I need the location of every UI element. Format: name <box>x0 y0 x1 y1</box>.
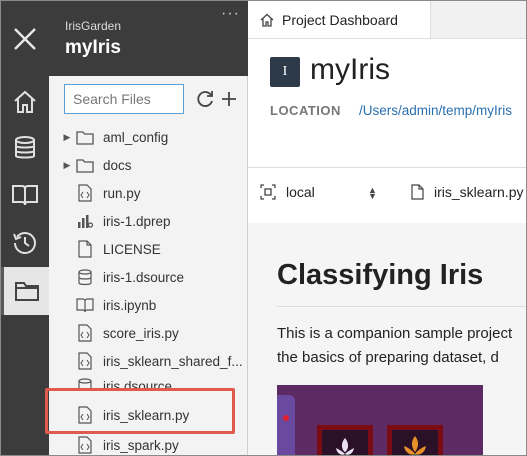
database-icon <box>75 267 95 287</box>
home-icon <box>260 13 274 27</box>
file-icon <box>411 184 424 200</box>
file-label: iris.dsource <box>103 379 173 390</box>
tab-project-dashboard[interactable]: Project Dashboard <box>248 1 431 38</box>
folder-icon <box>75 127 95 147</box>
run-target-value: local <box>286 184 315 200</box>
file-item-run-py[interactable]: run.py <box>49 180 248 206</box>
run-script-select[interactable]: iris_sklearn.py <box>411 184 523 200</box>
refresh-button[interactable] <box>194 86 216 112</box>
file-label: iris_sklearn.py <box>103 407 190 423</box>
divider <box>277 306 526 307</box>
iris-flower-tile <box>317 425 373 455</box>
rail-data[interactable] <box>1 124 49 172</box>
file-label: iris_sklearn_shared_f... <box>103 353 243 369</box>
chevron-updown-icon: ▲ ▼ <box>368 185 377 201</box>
rail-notebooks[interactable] <box>1 171 49 219</box>
file-item-iris-ipynb[interactable]: iris.ipynb <box>49 292 248 318</box>
file-label: run.py <box>103 185 141 201</box>
readme-paragraph: This is a companion sample project the b… <box>277 322 526 370</box>
chevron-right-icon[interactable]: ▶ <box>61 132 73 143</box>
run-toolbar: local ▲ ▼ iris_sklearn.py <box>248 168 526 220</box>
file-label: LICENSE <box>103 241 161 257</box>
file-item-iris-sklearn-shared[interactable]: iris_sklearn_shared_f... <box>49 348 248 374</box>
location-label: LOCATION <box>270 103 341 118</box>
file-label: iris_spark.py <box>103 437 179 453</box>
file-item-score-iris-py[interactable]: score_iris.py <box>49 320 248 346</box>
project-header: IrisGarden myIris ··· <box>49 1 248 76</box>
readme-preview: Classifying Iris This is a companion sam… <box>248 223 526 455</box>
search-files-input[interactable] <box>64 84 184 114</box>
readme-heading: Classifying Iris <box>277 259 484 291</box>
file-item-iris-1-dsource[interactable]: iris-1.dsource <box>49 264 248 290</box>
page-title: myIris <box>310 53 390 86</box>
database-icon <box>75 376 95 390</box>
run-target-select[interactable]: local ▲ ▼ <box>260 184 380 201</box>
refresh-icon <box>197 91 213 107</box>
project-badge: I <box>270 57 300 87</box>
run-script-value: iris_sklearn.py <box>434 184 524 200</box>
home-icon <box>14 90 36 113</box>
more-options-button[interactable]: ··· <box>221 5 240 23</box>
history-icon <box>13 232 36 254</box>
target-icon <box>260 184 276 200</box>
file-item-iris-1-dprep[interactable]: iris-1.dprep <box>49 208 248 234</box>
chevron-right-icon[interactable]: ▶ <box>61 160 73 171</box>
script-file-icon <box>75 351 95 371</box>
file-label: iris-1.dsource <box>103 269 185 285</box>
activity-rail <box>1 1 49 455</box>
file-item-iris-dsource[interactable]: iris.dsource <box>49 376 248 390</box>
script-file-icon <box>75 183 95 203</box>
file-item-license[interactable]: LICENSE <box>49 236 248 262</box>
file-label: score_iris.py <box>103 325 179 341</box>
close-button[interactable] <box>1 1 49 76</box>
file-item-aml-config[interactable]: ▶ aml_config <box>49 124 248 150</box>
workspace-name: IrisGarden <box>65 19 122 33</box>
file-label: iris-1.dprep <box>103 213 171 229</box>
main-area: Project Dashboard I myIris LOCATION /Use… <box>248 1 526 455</box>
file-icon <box>75 239 95 259</box>
script-file-icon <box>75 323 95 343</box>
rail-history[interactable] <box>1 219 49 267</box>
add-file-button[interactable] <box>218 86 240 112</box>
folder-icon <box>14 282 39 301</box>
database-icon <box>15 136 35 159</box>
tab-bar: Project Dashboard <box>248 1 526 39</box>
paragraph-line: This is a companion sample project <box>277 325 513 342</box>
file-label: docs <box>103 157 132 173</box>
book-icon <box>12 185 38 206</box>
iris-flower-tile <box>387 425 443 455</box>
notebook-icon <box>75 295 95 315</box>
close-icon <box>14 27 36 50</box>
script-file-icon <box>75 435 95 455</box>
file-item-docs[interactable]: ▶ docs <box>49 152 248 178</box>
iris-image <box>277 385 483 455</box>
tab-label: Project Dashboard <box>282 11 398 28</box>
location-path-link[interactable]: /Users/admin/temp/myIris <box>359 103 512 118</box>
file-explorer: ▶ aml_config ▶ docs run.py iris-1.dprep … <box>49 76 248 455</box>
script-file-icon <box>75 405 95 425</box>
file-item-iris-sklearn-py[interactable]: iris_sklearn.py <box>49 402 248 428</box>
project-name[interactable]: myIris <box>65 37 121 59</box>
plus-icon <box>222 92 236 106</box>
file-label: aml_config <box>103 129 169 145</box>
folder-icon <box>75 155 95 175</box>
paragraph-line: the basics of preparing dataset, d <box>277 349 499 366</box>
rail-home[interactable] <box>1 78 49 126</box>
app-window: IrisGarden myIris ··· ▶ aml_config ▶ doc… <box>0 0 527 456</box>
file-label: iris.ipynb <box>103 297 157 313</box>
file-item-iris-spark-py[interactable]: iris_spark.py <box>49 432 248 455</box>
rail-files[interactable] <box>1 267 49 315</box>
data-prep-icon <box>75 211 95 231</box>
